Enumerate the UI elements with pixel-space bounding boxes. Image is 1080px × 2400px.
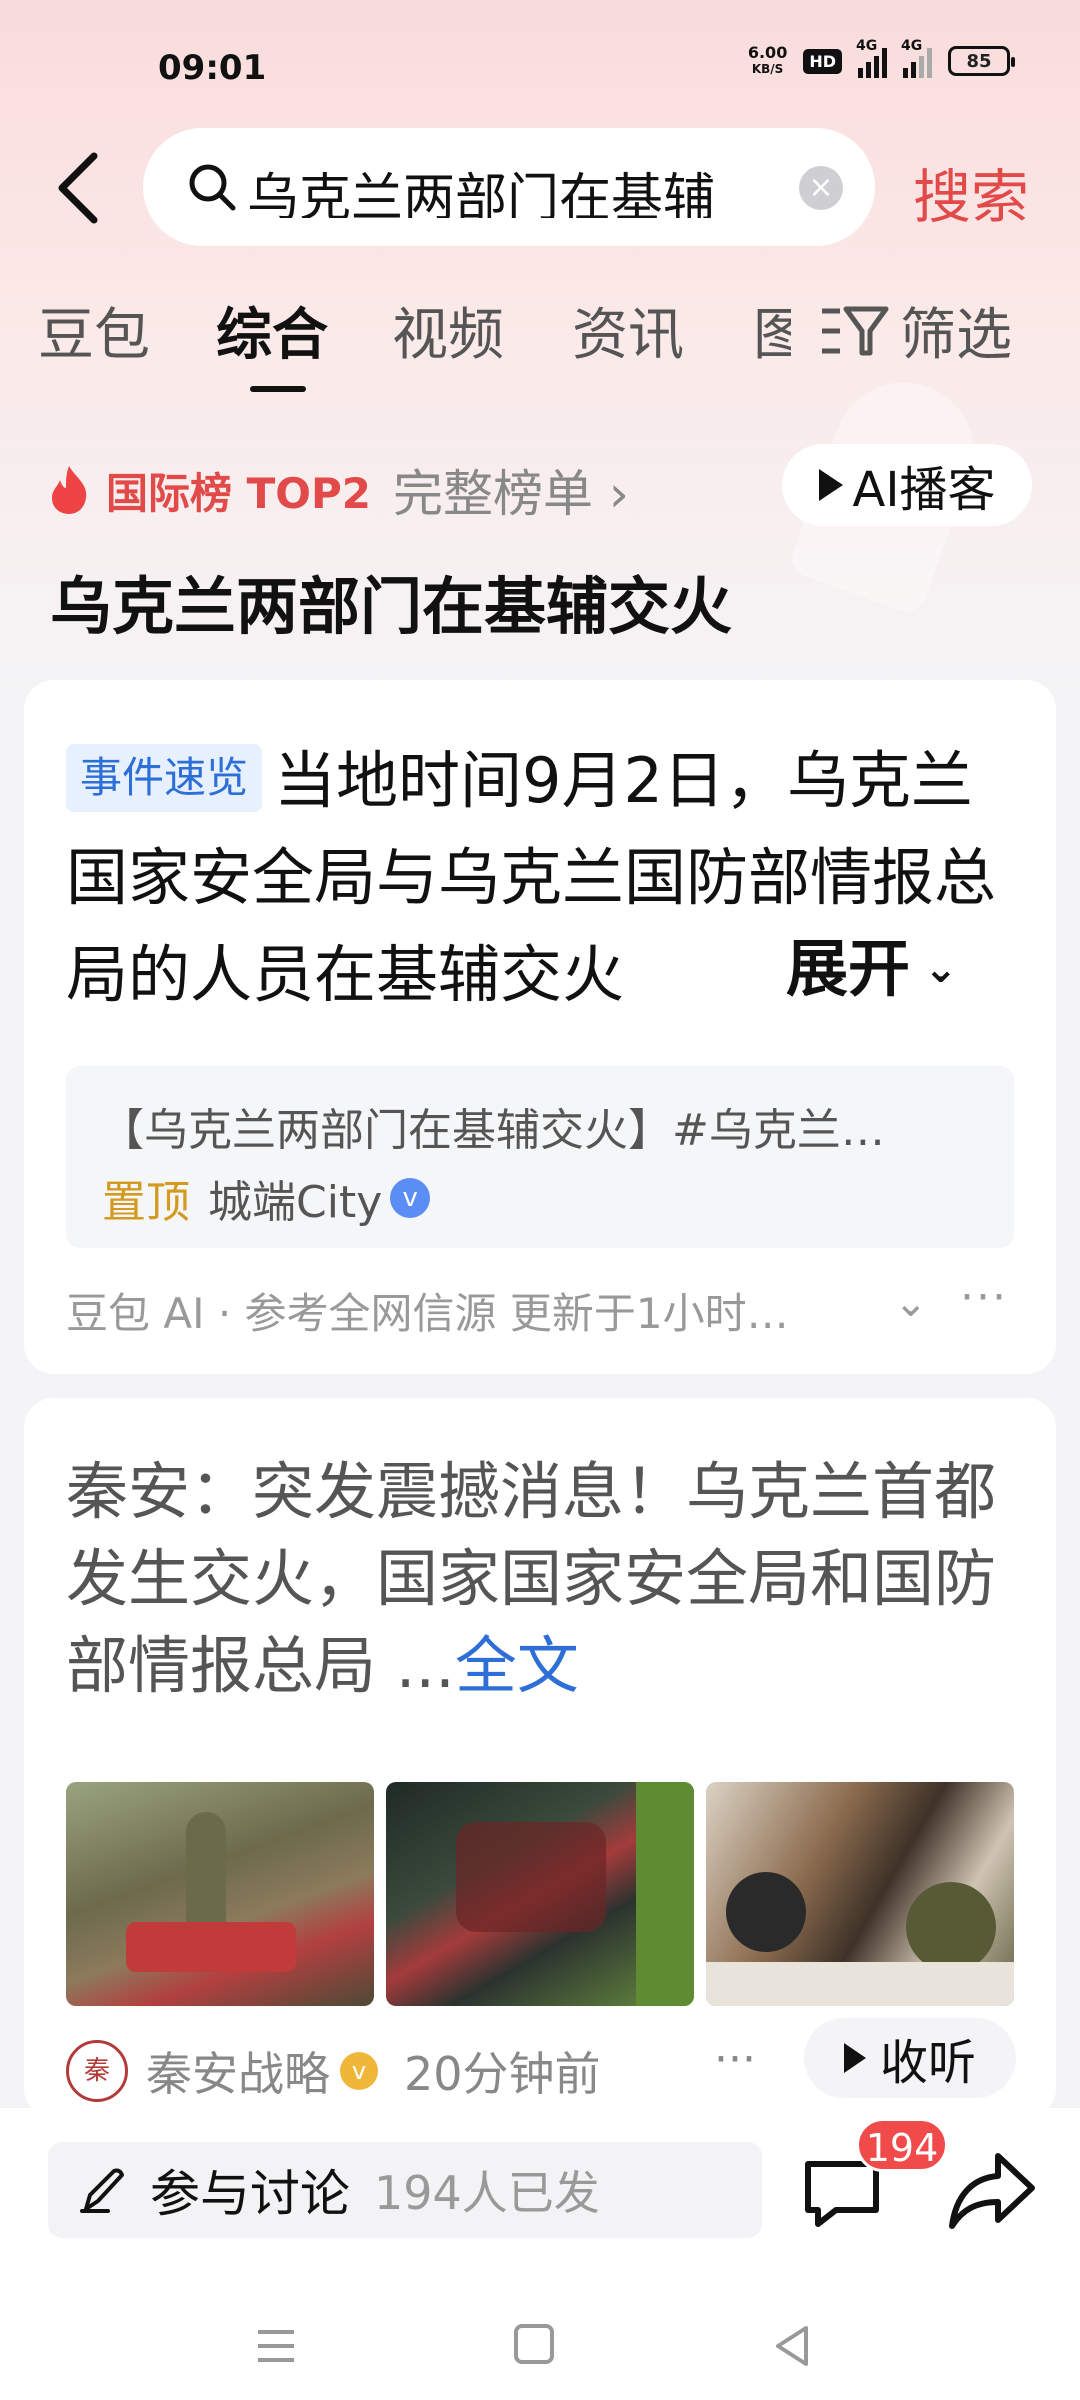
discussion-input[interactable]: 参与讨论 194人已发 [48,2142,762,2238]
network-speed-value: 6.00 [747,43,788,62]
hd-icon: HD [803,48,842,74]
pinned-source[interactable]: 城端City [208,1166,382,1230]
tab-video[interactable]: 视频 [392,290,504,371]
article-image-2[interactable] [386,1782,694,2006]
event-tag: 事件速览 [66,744,263,812]
rank-row[interactable]: 国际榜 TOP2 完整榜单 › [46,460,629,523]
clear-icon[interactable]: × [799,166,843,210]
filter-button[interactable]: 筛选 [818,290,1012,371]
status-time: 09:01 [158,48,267,88]
system-navbar [0,2306,1080,2386]
listen-label: 收听 [879,2035,976,2091]
play-icon [818,469,843,501]
author-name[interactable]: 秦安战略 [146,2038,330,2104]
pinned-post[interactable]: 【乌克兰两部门在基辅交火】#乌克兰… 置顶 城端City v [66,1066,1014,1248]
article-image-1[interactable] [66,1782,374,2006]
comment-count-badge: 194 [856,2118,948,2172]
expand-label: 展开 [786,932,911,1005]
network-speed-unit: KB/S [751,62,784,76]
back-triangle-icon[interactable] [770,2322,814,2370]
search-input[interactable]: 乌克兰两部门在基辅 × [143,128,875,246]
ai-podcast-button[interactable]: AI播客 [782,444,1032,526]
flame-icon [52,466,87,514]
signal-label: 4G [856,38,878,54]
signal-icon-2: 4G [901,38,932,78]
search-icon [189,164,236,211]
post-time: 20分钟前 [404,2047,601,2101]
article-card[interactable]: 秦安：突发震撼消息！乌克兰首都发生交火，国家国家安全局和国防部情报总局 ...全… [24,1398,1056,2118]
signal-icon: 4G [856,38,887,78]
article-text[interactable]: 秦安：突发震撼消息！乌克兰首都发生交火，国家国家安全局和国防部情报总局 ...全… [66,1448,1032,1709]
listen-button[interactable]: 收听 [804,2018,1016,2098]
pinned-text: 【乌克兰两部门在基辅交火】#乌克兰… [100,1105,885,1156]
ai-podcast-label: AI播客 [852,462,996,518]
back-icon[interactable] [50,148,110,228]
full-list-link[interactable]: 完整榜单 › [393,454,629,526]
rank-title: 国际榜 TOP2 [106,468,371,518]
chevron-down-icon[interactable]: ⌄ [894,1280,928,1326]
summary-card[interactable]: 事件速览 当地时间9月2日，乌克兰国家安全局与乌克兰国防部情报总局的人员在基辅交火… [24,680,1056,1374]
full-text-link[interactable]: 全文 [455,1629,579,1702]
search-query[interactable]: 乌克兰两部门在基辅 [247,156,817,218]
network-speed: 6.00 KB/S [748,45,787,77]
tab-images-partial[interactable]: 图 [753,290,791,371]
filter-icon [822,306,889,355]
author-row[interactable]: 秦 秦安战略 v 20分钟前 [66,2038,601,2104]
article-image-3[interactable] [706,1782,1014,2006]
play-icon [843,2043,866,2073]
signal-label-2: 4G [901,38,923,54]
home-icon[interactable] [514,2324,554,2364]
discussion-label: 参与讨论 [150,2165,350,2223]
menu-icon[interactable] [254,2326,298,2366]
tab-bar: 豆包 综合 视频 资讯 图 筛选 [38,290,1048,392]
more-icon[interactable]: ··· [714,2034,756,2085]
bottom-bar: 参与讨论 194人已发 194 [0,2108,1080,2400]
status-bar: 09:01 6.00 KB/S HD 4G 4G 85 [0,0,1080,120]
verified-icon: v [390,1178,431,1218]
author-avatar[interactable]: 秦 [66,2040,128,2102]
topic-headline: 乌克兰两部门在基辅交火 [50,570,733,643]
filter-label: 筛选 [900,303,1012,368]
pen-icon [80,2168,124,2213]
expand-button[interactable]: 展开 ⌄ [740,920,958,1018]
tab-comprehensive[interactable]: 综合 [216,290,328,371]
verified-gold-icon: v [340,2052,378,2090]
chevron-down-icon: ⌄ [910,946,958,992]
pinned-meta: 置顶 城端City v [102,1166,431,1230]
card-footer: 豆包 AI · 参考全网信源 更新于1小时… [66,1289,789,1338]
tab-active-indicator [250,386,306,392]
pinned-label: 置顶 [102,1177,190,1228]
battery-icon: 85 [948,46,1015,76]
search-button[interactable]: 搜索 [913,150,1029,234]
discussion-count: 194人已发 [374,2166,600,2220]
share-icon[interactable] [948,2148,1036,2232]
more-icon[interactable]: ··· [960,1272,1008,1323]
status-icons: 6.00 KB/S HD 4G 4G 85 [748,38,1015,78]
tab-news[interactable]: 资讯 [572,290,684,371]
tab-doubao[interactable]: 豆包 [38,290,150,371]
